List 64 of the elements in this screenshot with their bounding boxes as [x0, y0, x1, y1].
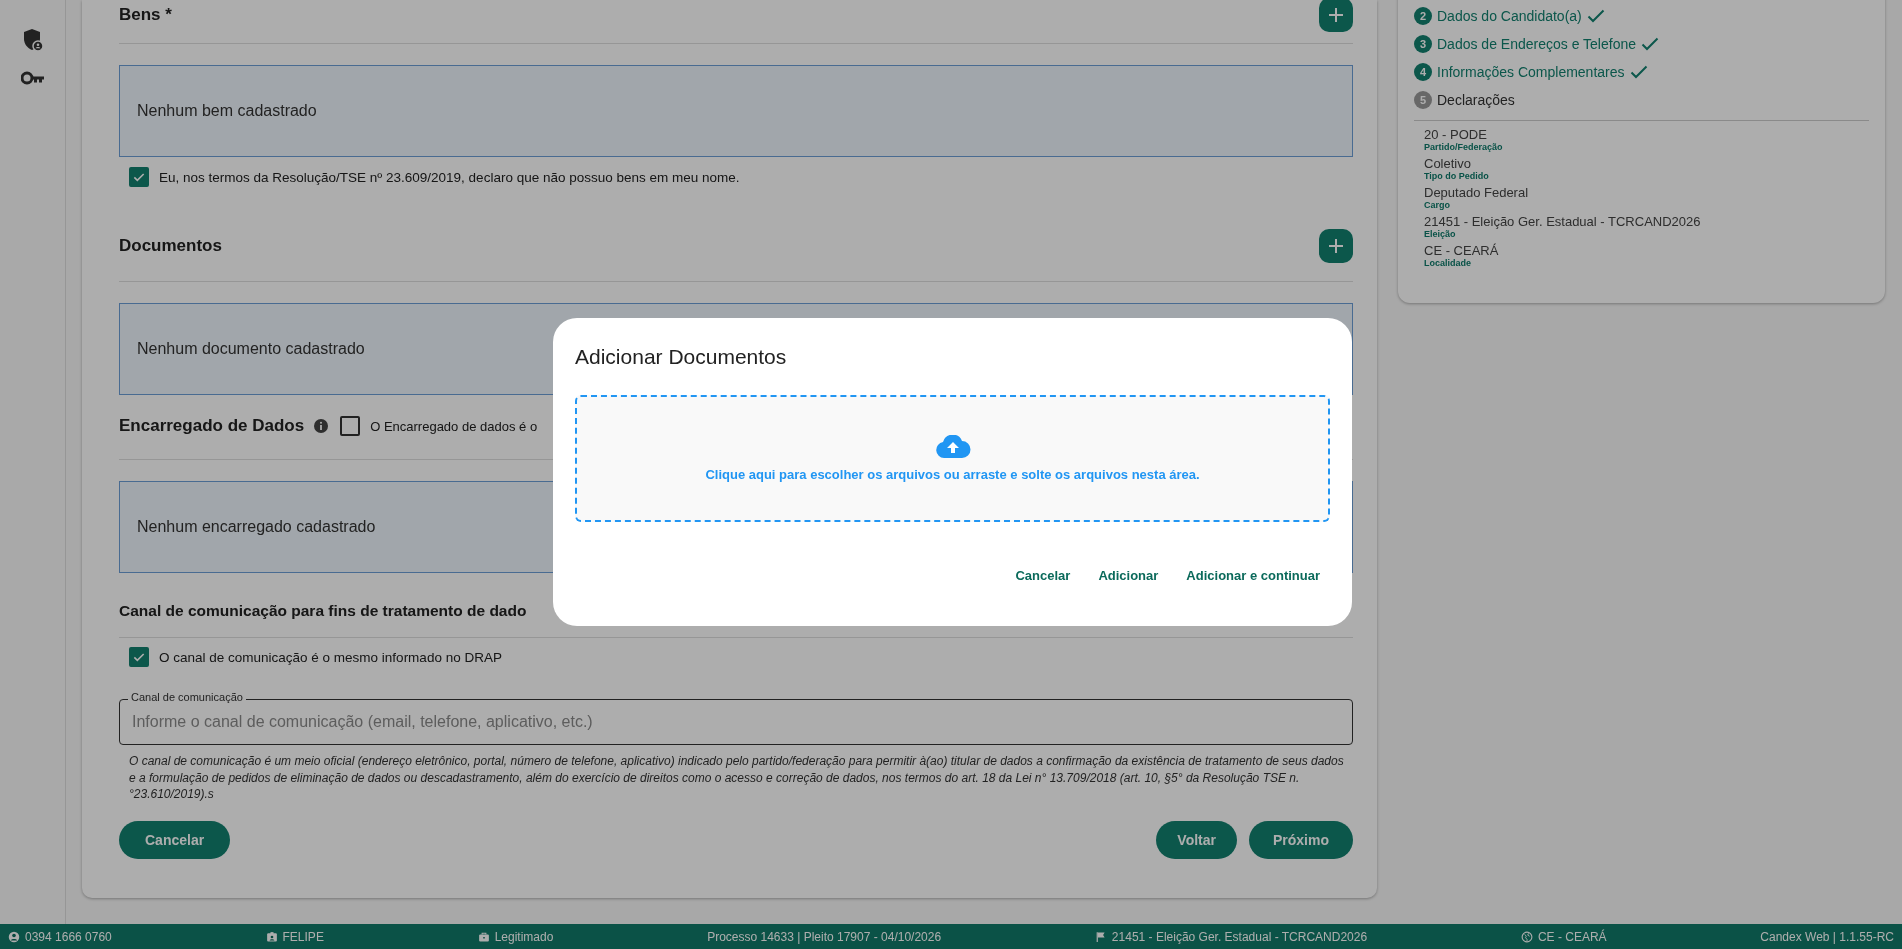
add-button[interactable]: Adicionar — [1088, 562, 1169, 589]
add-button[interactable] — [1319, 0, 1353, 32]
empty-message: Nenhum documento cadastrado — [137, 340, 365, 358]
checkbox[interactable] — [340, 416, 361, 436]
summary-caption: Partido/Federação — [1424, 142, 1504, 152]
summary-value: CE - CEARÁ — [1424, 243, 1500, 258]
step-label[interactable]: Informações Complementares — [1437, 64, 1625, 80]
step-number: 5 — [1414, 91, 1432, 109]
key-icon[interactable] — [20, 71, 45, 85]
next-button[interactable]: Próximo — [1249, 820, 1353, 859]
summary-caption: Localidade — [1424, 258, 1472, 268]
section-title: Canal de comunicação para fins de tratamento de dado — [119, 602, 527, 620]
plus-icon — [1328, 238, 1344, 254]
summary-caption: Tipo do Pedido — [1424, 171, 1490, 181]
info-icon[interactable] — [314, 419, 329, 433]
step-number: 4 — [1414, 63, 1432, 81]
summary-value: Coletivo — [1424, 156, 1472, 171]
cloud-upload-icon — [934, 435, 971, 459]
status-text: 21451 - Eleição Ger. Estadual - TCRCAND2026 — [1111, 929, 1368, 944]
status-text: CE - CEARÁ — [1537, 929, 1607, 944]
back-button[interactable]: Voltar — [1156, 820, 1237, 859]
check-icon — [1629, 65, 1648, 79]
plus-icon — [1328, 7, 1344, 23]
step-label[interactable]: Declarações — [1437, 92, 1515, 108]
section-title: Encarregado de Dados — [119, 416, 305, 436]
add-and-continue-button[interactable]: Adicionar e continuar — [1176, 562, 1330, 589]
user-icon — [8, 930, 20, 943]
empty-message: Nenhum bem cadastrado — [137, 102, 317, 120]
shield-icon[interactable] — [21, 28, 44, 52]
checkbox-label: Eu, nos termos da Resolução/TSE nº 23.609/2019, declaro que não possuo bens em meu nome. — [159, 169, 740, 185]
check-icon — [1586, 9, 1605, 23]
status-text: FELIPE — [282, 929, 324, 944]
cancel-button[interactable]: Cancelar — [119, 820, 231, 859]
dialog-title: Adicionar Documentos — [575, 345, 788, 369]
globe-icon — [1520, 930, 1533, 943]
file-drop-zone[interactable]: Clique aqui para escolher os arquivos ou arraste e solte os arquivos nesta área. — [575, 395, 1330, 522]
add-button[interactable] — [1319, 229, 1353, 263]
checkbox-label: O Encarregado de dados é o — [370, 418, 538, 434]
summary-value: 20 - PODE — [1424, 127, 1488, 142]
flag-icon — [1094, 930, 1107, 943]
summary-value: Deputado Federal — [1424, 185, 1530, 200]
checkbox-label: O canal de comunicação é o mesmo informado no DRAP — [159, 649, 502, 665]
summary-value: 21451 - Eleição Ger. Estadual - TCRCAND2026 — [1424, 214, 1702, 229]
section-title: Documentos — [119, 236, 222, 256]
step-label[interactable]: Dados do Candidato(a) — [1437, 8, 1582, 24]
empty-message: Nenhum encarregado cadastrado — [137, 518, 376, 536]
briefcase-icon — [477, 930, 490, 943]
badge-icon — [265, 930, 278, 943]
cancel-button[interactable]: Cancelar — [1005, 562, 1081, 589]
status-text: Legitimado — [494, 929, 554, 944]
check-icon — [1641, 37, 1659, 51]
status-text: 0394 1666 0760 — [25, 929, 112, 944]
summary-caption: Eleição — [1424, 229, 1457, 239]
status-text: Processo 14633 | Pleito 17907 - 04/10/2026 — [707, 929, 942, 944]
checkbox[interactable] — [129, 167, 149, 187]
step-label[interactable]: Dados de Endereços e Telefone — [1437, 36, 1636, 52]
field-label: Canal de comunicação — [128, 691, 246, 703]
checkbox[interactable] — [129, 647, 149, 667]
step-number: 3 — [1414, 35, 1432, 53]
step-number: 2 — [1414, 7, 1432, 25]
status-text: Candex Web | 1.1.55-RC — [1760, 929, 1894, 944]
section-title: Bens * — [119, 5, 172, 25]
help-text: O canal de comunicação é um meio oficial (endereço eletrônico, portal, número de telefone, aplicativo) indicado pelo partido/federação para permitir à(ao) titular de dados a confirmação da existência de tratamento de seus dados e a formulação de pedidos de eliminação de dados ou descadastramento, além do exercício de direitos como o acesso e correção de dados, nos termos do art. 18 da Lei n° 13.709/2018 (art. 10, §5° da Resolução TSE n.°23.610/2019).s — [128, 753, 1345, 803]
summary-caption: Cargo — [1424, 200, 1451, 210]
